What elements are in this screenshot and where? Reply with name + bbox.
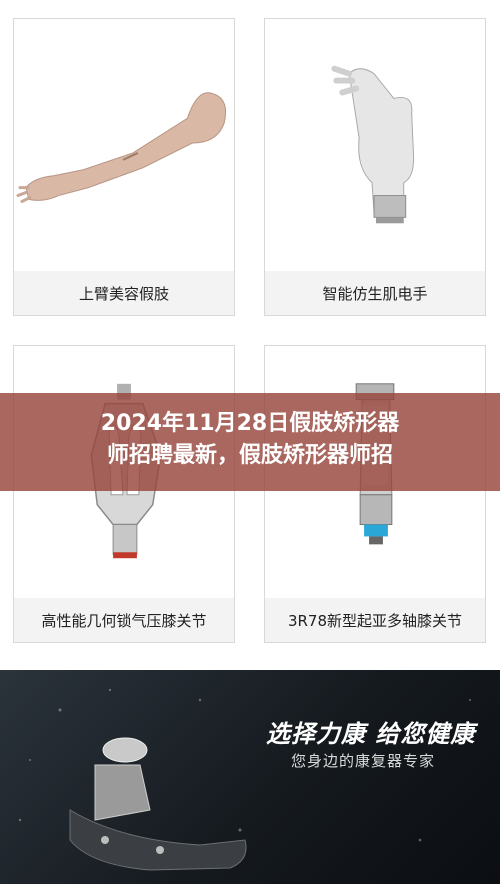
product-card-bionic-hand[interactable]: 智能仿生肌电手	[264, 18, 486, 316]
title-line-2: 师招聘最新，假肢矫形器师招	[106, 443, 393, 468]
product-caption: 高性能几何锁气压膝关节	[14, 598, 234, 642]
cosmetic-arm-icon	[16, 92, 227, 203]
banner-slogan: 选择力康 给您健康	[266, 720, 476, 748]
product-card-polycentric-knee[interactable]: 3R78新型起亚多轴膝关节	[264, 345, 486, 643]
product-caption: 智能仿生肌电手	[265, 271, 485, 315]
product-caption: 3R78新型起亚多轴膝关节	[265, 598, 485, 642]
title-line-1: 2024年11月28日假肢矫形器	[100, 411, 400, 436]
prosthetic-foot-icon	[18, 688, 471, 871]
article-title-overlay[interactable]: 2024年11月28日假肢矫形器 师招聘最新，假肢矫形器师招	[0, 393, 500, 491]
banner-subtitle: 您身边的康复器专家	[291, 752, 436, 770]
promo-banner[interactable]: 选择力康 给您健康 您身边的康复器专家	[0, 670, 500, 884]
product-card-cosmetic-arm[interactable]: 上臂美容假肢	[13, 18, 235, 316]
product-image-bionic-hand	[265, 19, 485, 271]
product-caption: 上臂美容假肢	[14, 271, 234, 315]
product-image-cosmetic-arm	[14, 19, 234, 271]
product-card-pneumatic-knee[interactable]: 高性能几何锁气压膝关节	[13, 345, 235, 643]
bionic-hand-icon	[331, 65, 415, 224]
